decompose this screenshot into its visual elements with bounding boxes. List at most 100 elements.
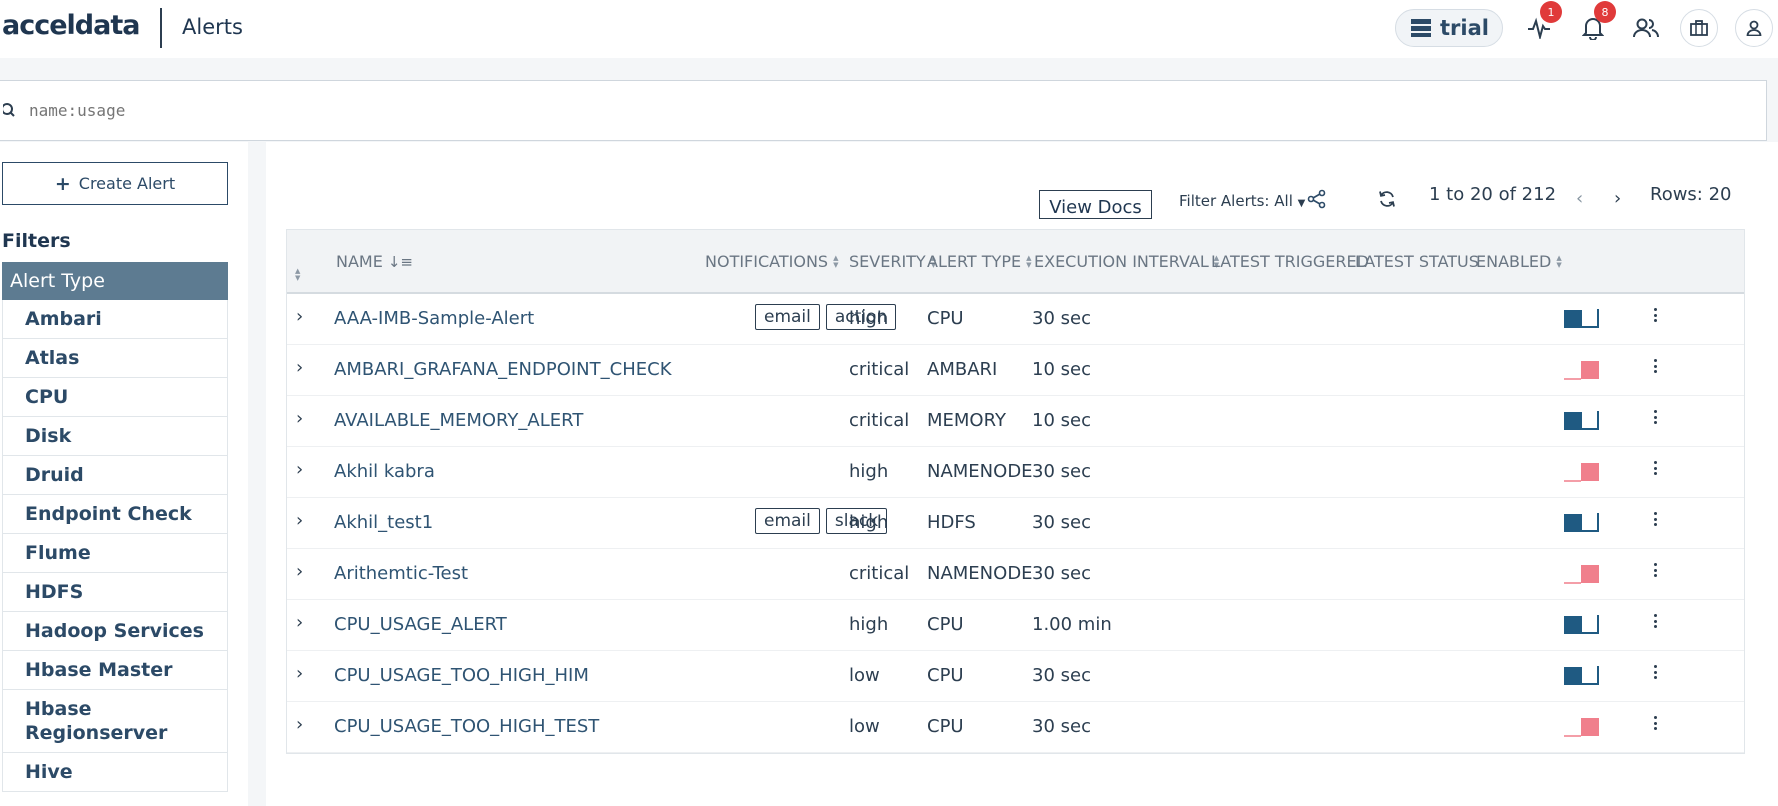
table-row[interactable]: › CPU_USAGE_TOO_HIGH_TEST low CPU 30 sec: [287, 702, 1744, 753]
more-options-icon[interactable]: [1654, 716, 1658, 730]
column-alert-type[interactable]: ALERT TYPE ▲ ▼: [927, 252, 1031, 271]
enabled-toggle[interactable]: [1563, 510, 1605, 534]
enabled-toggle[interactable]: [1563, 357, 1605, 381]
filter-group-header[interactable]: Alert Type: [2, 262, 228, 300]
refresh-icon: [1379, 191, 1395, 207]
column-notifications-label: NOTIFICATIONS: [705, 252, 829, 271]
filter-item[interactable]: HDFS: [2, 573, 228, 612]
table-row[interactable]: › AVAILABLE_MEMORY_ALERT critical MEMORY 10 …: [287, 396, 1744, 447]
filter-item[interactable]: Endpoint Check: [2, 495, 228, 534]
chevron-right-icon[interactable]: ›: [296, 612, 303, 633]
alert-name-link[interactable]: CPU_USAGE_TOO_HIGH_TEST: [334, 716, 599, 737]
filter-item[interactable]: Flume: [2, 534, 228, 573]
chevron-right-icon[interactable]: ›: [296, 510, 303, 531]
filter-item[interactable]: CPU: [2, 378, 228, 417]
chevron-right-icon[interactable]: ›: [296, 306, 303, 327]
filter-item[interactable]: Druid: [2, 456, 228, 495]
view-docs-button[interactable]: View Docs: [1039, 190, 1152, 219]
filter-alerts-dropdown[interactable]: Filter Alerts: All ▼: [1179, 192, 1305, 210]
profile-button[interactable]: [1735, 9, 1773, 47]
user-icon: [1746, 20, 1762, 36]
filter-item[interactable]: Hbase Master: [2, 651, 228, 690]
more-options-icon[interactable]: [1654, 563, 1658, 577]
column-enabled[interactable]: ENABLED ▲ ▼: [1476, 252, 1562, 271]
table-row[interactable]: › Akhil kabra high NAMENODE 30 sec: [287, 447, 1744, 498]
column-latest-status-label: LATEST STATUS: [1355, 252, 1479, 271]
notification-tag: email: [755, 304, 820, 330]
column-name[interactable]: NAME ↓≡: [336, 252, 413, 271]
alert-name-link[interactable]: AMBARI_GRAFANA_ENDPOINT_CHECK: [334, 359, 672, 380]
filter-list: Ambari Atlas CPU Disk Druid Endpoint Check Flu…: [2, 300, 228, 792]
enabled-toggle[interactable]: [1563, 612, 1605, 636]
chevron-right-icon[interactable]: ›: [296, 357, 303, 378]
column-severity[interactable]: SEVERITY ▲ ▼: [849, 252, 936, 271]
column-notifications[interactable]: NOTIFICATIONS ▲ ▼: [705, 252, 838, 271]
enabled-toggle[interactable]: [1563, 663, 1605, 687]
chevron-right-icon[interactable]: ›: [296, 714, 303, 735]
severity-cell: high: [849, 614, 889, 635]
filter-item[interactable]: Atlas: [2, 339, 228, 378]
filter-item[interactable]: Hadoop Services: [2, 612, 228, 651]
enabled-toggle[interactable]: [1563, 714, 1605, 738]
chevron-right-icon[interactable]: ›: [296, 408, 303, 429]
alert-name-link[interactable]: AVAILABLE_MEMORY_ALERT: [334, 410, 583, 431]
enabled-toggle[interactable]: [1563, 459, 1605, 483]
activity-button[interactable]: 1: [1520, 1, 1562, 47]
prev-page-button[interactable]: ‹: [1576, 188, 1583, 209]
briefcase-button[interactable]: [1680, 9, 1718, 47]
more-options-icon[interactable]: [1654, 614, 1658, 628]
users-button[interactable]: [1627, 9, 1665, 47]
more-options-icon[interactable]: [1654, 665, 1658, 679]
alert-name-link[interactable]: Arithemtic-Test: [334, 563, 468, 584]
alert-name-link[interactable]: Akhil_test1: [334, 512, 433, 533]
chevron-right-icon[interactable]: ›: [296, 561, 303, 582]
more-options-icon[interactable]: [1654, 410, 1658, 424]
more-options-icon[interactable]: [1654, 359, 1658, 373]
enabled-toggle[interactable]: [1563, 408, 1605, 432]
alert-name-link[interactable]: Akhil kabra: [334, 461, 435, 482]
interval-cell: 10 sec: [1032, 359, 1091, 380]
table-row[interactable]: › CPU_USAGE_ALERT high CPU 1.00 min: [287, 600, 1744, 651]
filter-item[interactable]: Hive: [2, 753, 228, 792]
table-row[interactable]: › Akhil_test1 email slack high HDFS 30 sec: [287, 498, 1744, 549]
more-options-icon[interactable]: [1654, 308, 1658, 322]
filter-item[interactable]: Disk: [2, 417, 228, 456]
column-enabled-label: ENABLED: [1476, 252, 1552, 271]
top-bar: acceldata Alerts trial 1 8: [0, 0, 1778, 58]
table-row[interactable]: › Arithemtic-Test critical NAMENODE 30 sec: [287, 549, 1744, 600]
alert-type-cell: HDFS: [927, 512, 976, 533]
create-alert-button[interactable]: + Create Alert: [2, 162, 228, 205]
table-row[interactable]: › AMBARI_GRAFANA_ENDPOINT_CHECK critical AM…: [287, 345, 1744, 396]
plus-icon: +: [54, 172, 71, 195]
logo[interactable]: acceldata: [2, 10, 140, 41]
interval-cell: 10 sec: [1032, 410, 1091, 431]
alert-name-link[interactable]: CPU_USAGE_TOO_HIGH_HIM: [334, 665, 589, 686]
alert-name-link[interactable]: CPU_USAGE_ALERT: [334, 614, 507, 635]
activity-badge: 1: [1540, 1, 1562, 23]
next-page-button[interactable]: ›: [1614, 188, 1621, 209]
enabled-toggle[interactable]: [1563, 306, 1605, 330]
alert-name-link[interactable]: AAA-IMB-Sample-Alert: [334, 308, 534, 329]
severity-cell: critical: [849, 410, 910, 431]
filter-item[interactable]: Ambari: [2, 300, 228, 339]
column-latest-triggered: LATEST TRIGGERED: [1211, 252, 1369, 271]
column-execution-interval[interactable]: EXECUTION INTERVAL ▲ ▼: [1034, 252, 1219, 271]
notification-tag: email: [755, 508, 820, 534]
chevron-right-icon[interactable]: ›: [296, 459, 303, 480]
interval-cell: 30 sec: [1032, 563, 1091, 584]
notifications-button[interactable]: 8: [1574, 1, 1616, 47]
refresh-button[interactable]: [1372, 184, 1402, 214]
search-input[interactable]: [29, 101, 1529, 120]
more-options-icon[interactable]: [1654, 461, 1658, 475]
expand-column-sort[interactable]: ▲ ▼: [295, 268, 300, 282]
chevron-right-icon[interactable]: ›: [296, 663, 303, 684]
table-row[interactable]: › AAA-IMB-Sample-Alert email action high CPU 3…: [287, 294, 1744, 345]
column-latest-status: LATEST STATUS: [1355, 252, 1479, 271]
enabled-toggle[interactable]: [1563, 561, 1605, 585]
rows-per-page[interactable]: Rows: 20: [1650, 184, 1732, 205]
tenant-selector[interactable]: trial: [1395, 9, 1503, 47]
more-options-icon[interactable]: [1654, 512, 1658, 526]
table-row[interactable]: › CPU_USAGE_TOO_HIGH_HIM low CPU 30 sec: [287, 651, 1744, 702]
share-button[interactable]: [1302, 184, 1332, 214]
filter-item[interactable]: Hbase Regionserver: [2, 690, 228, 753]
